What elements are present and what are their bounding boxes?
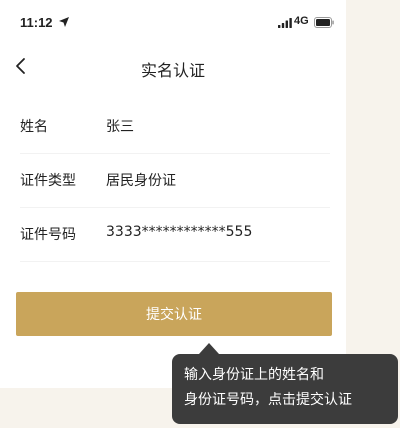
submit-verification-button[interactable]: 提交认证 [16,292,332,336]
id-number-value: 3333************555 [106,224,253,240]
location-arrow-icon [59,17,69,27]
network-label: 4G [294,15,309,27]
form-row-name: 姓名 张三 [0,98,346,154]
guide-tooltip: 输入身份证上的姓名和 身份证号码，点击提交认证 [172,354,398,424]
page-title: 实名认证 [140,61,205,80]
signal-icon [278,18,292,28]
battery-icon [314,17,334,28]
row-divider [20,261,330,262]
tooltip-line-2: 身份证号码，点击提交认证 [184,392,352,408]
name-label: 姓名 [20,119,48,135]
id-type-label: 证件类型 [20,173,76,189]
tooltip-line-1: 输入身份证上的姓名和 [184,367,324,383]
id-number-label: 证件号码 [20,227,76,243]
tooltip-arrow [199,343,219,354]
status-bar: 11:12 4G [0,0,346,44]
nav-bar: 实名认证 [0,48,346,88]
status-time: 11:12 [20,15,53,30]
id-type-value: 居民身份证 [106,173,176,189]
form-row-id-type: 证件类型 居民身份证 [0,152,346,208]
form-row-id-number: 证件号码 3333************555 [0,206,346,262]
phone-screen: 11:12 4G 实名认证 姓名 张三 证件类型 居民身份证 证件号码 3333… [0,0,346,388]
name-value: 张三 [106,119,134,135]
